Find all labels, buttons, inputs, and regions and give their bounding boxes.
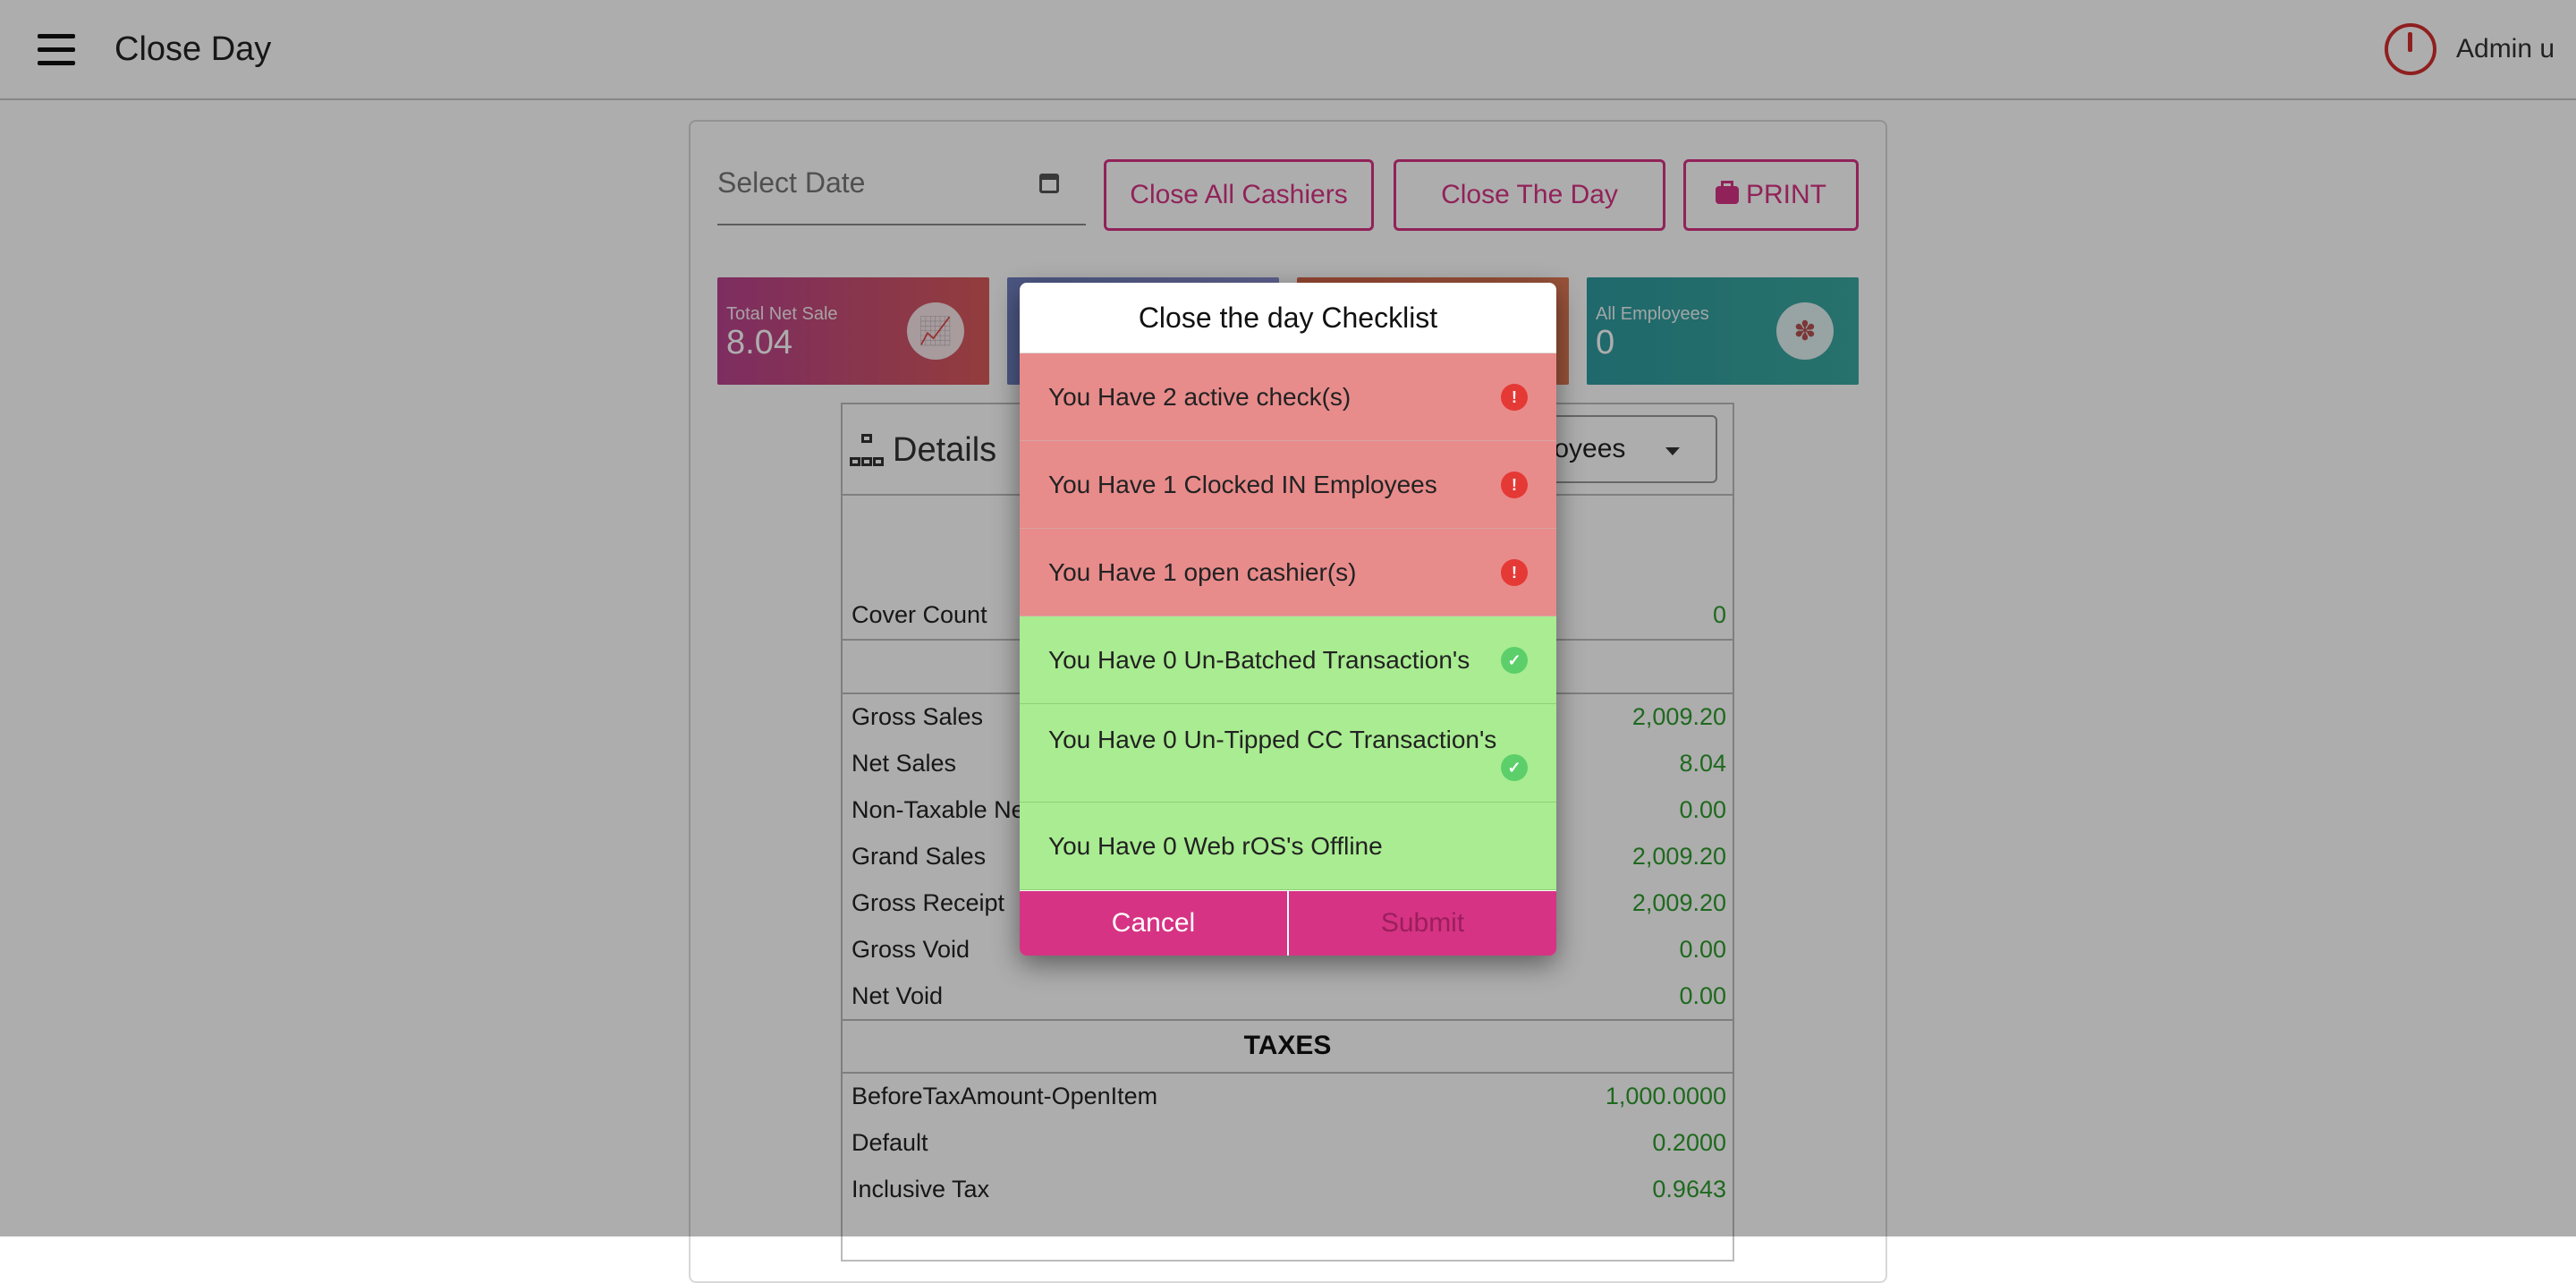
checklist-item: You Have 1 Clocked IN Employees ! bbox=[1020, 441, 1556, 529]
checklist-item-text: You Have 0 Un-Batched Transaction's bbox=[1048, 646, 1470, 674]
checklist-item-text: You Have 2 active check(s) bbox=[1048, 383, 1352, 411]
close-day-checklist-dialog: Close the day Checklist You Have 2 activ… bbox=[1020, 283, 1556, 956]
checklist-item: You Have 1 open cashier(s) ! bbox=[1020, 529, 1556, 616]
checklist-item: You Have 0 Web rOS's Offline bbox=[1020, 803, 1556, 890]
cancel-button[interactable]: Cancel bbox=[1020, 891, 1289, 956]
error-icon: ! bbox=[1501, 559, 1528, 586]
checklist-item-text: You Have 1 open cashier(s) bbox=[1048, 558, 1357, 586]
dialog-actions: Cancel Submit bbox=[1020, 891, 1556, 956]
error-icon: ! bbox=[1501, 472, 1528, 498]
checklist-item: You Have 2 active check(s) ! bbox=[1020, 353, 1556, 441]
checklist-item-text: You Have 1 Clocked IN Employees bbox=[1048, 471, 1437, 498]
check-icon: ✓ bbox=[1501, 647, 1528, 674]
check-icon: ✓ bbox=[1501, 754, 1528, 781]
checklist-item: You Have 0 Un-Batched Transaction's ✓ bbox=[1020, 616, 1556, 704]
dialog-title: Close the day Checklist bbox=[1020, 283, 1556, 353]
checklist-item-text: You Have 0 Un-Tipped CC Transaction's bbox=[1048, 726, 1497, 753]
error-icon: ! bbox=[1501, 384, 1528, 411]
checklist-item: You Have 0 Un-Tipped CC Transaction's ✓ bbox=[1020, 704, 1556, 803]
checklist-item-text: You Have 0 Web rOS's Offline bbox=[1048, 832, 1383, 860]
submit-button[interactable]: Submit bbox=[1289, 891, 1556, 956]
